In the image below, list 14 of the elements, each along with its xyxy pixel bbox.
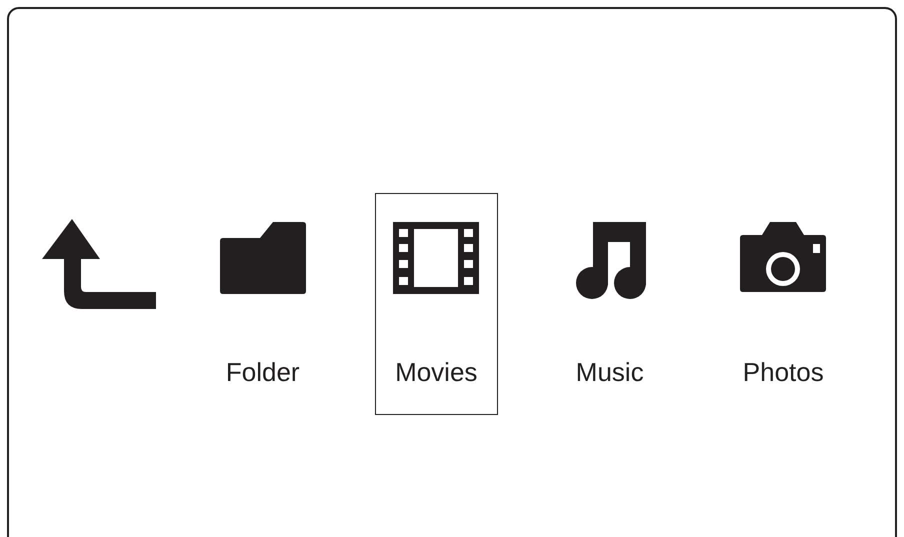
item-label: Movies (395, 357, 478, 387)
item-label: Music (576, 357, 644, 387)
camera-icon (740, 222, 826, 292)
back-button[interactable] (42, 218, 156, 308)
film-strip-icon (393, 222, 480, 294)
menu-item[interactable]: Movies (374, 193, 498, 415)
music-note-icon (574, 222, 646, 299)
item-label: Folder (226, 357, 300, 387)
folder-icon (220, 222, 306, 294)
menu-item[interactable]: Photos (722, 193, 845, 415)
menu-item[interactable]: Folder (201, 193, 324, 415)
back-arrow-icon (42, 219, 156, 309)
item-label: Photos (742, 357, 824, 387)
menu-item[interactable]: Music (548, 193, 672, 415)
